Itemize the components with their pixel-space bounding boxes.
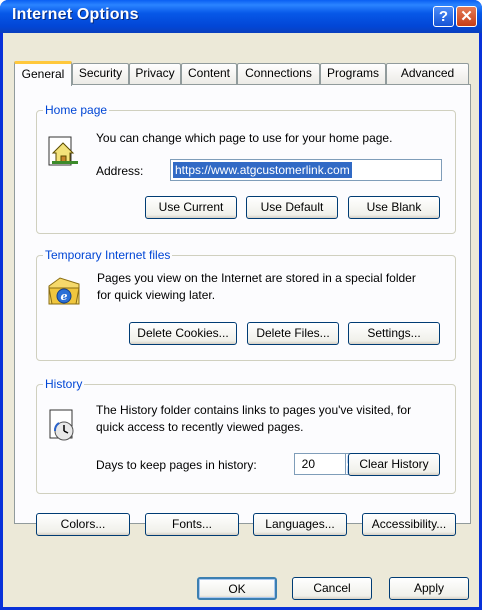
delete-cookies-button[interactable]: Delete Cookies...	[129, 322, 237, 345]
apply-button[interactable]: Apply	[389, 577, 469, 600]
clear-history-button[interactable]: Clear History	[348, 453, 440, 476]
tab-privacy[interactable]: Privacy	[129, 63, 181, 84]
history-icon	[49, 409, 74, 441]
title-bar[interactable]: Internet Options ? ✕	[0, 0, 482, 33]
history-legend: History	[43, 377, 85, 391]
use-default-button[interactable]: Use Default	[246, 196, 338, 219]
home-page-icon	[48, 136, 78, 166]
colors-button[interactable]: Colors...	[36, 513, 130, 536]
address-field[interactable]: https://www.atgcustomerlink.com	[170, 159, 442, 181]
tab-security[interactable]: Security	[72, 63, 129, 84]
tab-general[interactable]: General	[14, 61, 72, 86]
window-title: Internet Options	[12, 6, 139, 23]
history-group: History	[36, 377, 456, 494]
home-page-description: You can change which page to use for you…	[96, 131, 393, 145]
address-label: Address:	[96, 164, 144, 178]
cancel-button[interactable]: Cancel	[292, 577, 372, 600]
fonts-button[interactable]: Fonts...	[145, 513, 239, 536]
temp-files-description-2: for quick viewing later.	[97, 288, 216, 302]
languages-button[interactable]: Languages...	[253, 513, 347, 536]
tab-programs[interactable]: Programs	[320, 63, 386, 84]
accessibility-button[interactable]: Accessibility...	[362, 513, 456, 536]
ok-button[interactable]: OK	[197, 577, 277, 600]
address-value: https://www.atgcustomerlink.com	[173, 162, 352, 178]
home-page-legend: Home page	[43, 103, 110, 117]
svg-text:e: e	[61, 290, 68, 303]
close-icon[interactable]: ✕	[456, 6, 477, 27]
settings-button[interactable]: Settings...	[348, 322, 440, 345]
use-current-button[interactable]: Use Current	[145, 196, 237, 219]
days-to-keep-input[interactable]: 20	[294, 453, 346, 475]
help-icon[interactable]: ?	[433, 6, 454, 27]
history-description-2: quick access to recently viewed pages.	[96, 420, 304, 434]
delete-files-button[interactable]: Delete Files...	[247, 322, 339, 345]
tab-content[interactable]: Content	[181, 63, 237, 84]
temp-files-legend: Temporary Internet files	[43, 248, 173, 262]
use-blank-button[interactable]: Use Blank	[348, 196, 440, 219]
temporary-files-icon: e	[48, 277, 80, 305]
days-to-keep-label: Days to keep pages in history:	[96, 458, 257, 472]
history-description-1: The History folder contains links to pag…	[96, 403, 412, 417]
tab-advanced[interactable]: Advanced	[386, 63, 469, 84]
tab-connections[interactable]: Connections	[237, 63, 320, 84]
temp-files-description-1: Pages you view on the Internet are store…	[97, 271, 416, 285]
